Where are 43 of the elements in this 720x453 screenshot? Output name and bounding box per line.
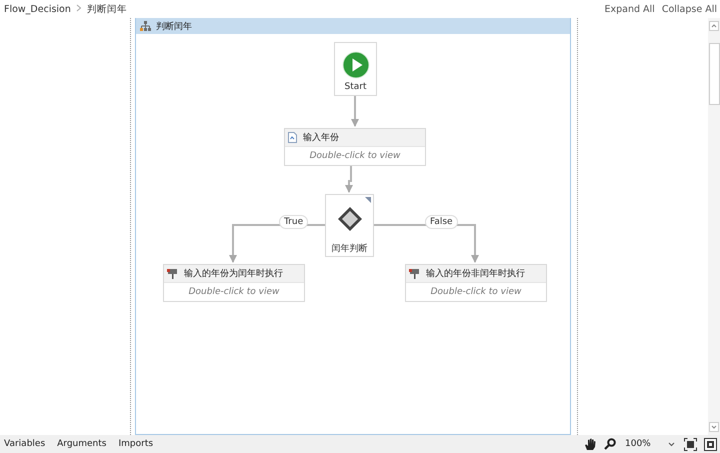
activity-node[interactable]: 输入的年份非闰年时执行 Double-click to view bbox=[405, 264, 547, 302]
branch-label: False bbox=[425, 215, 458, 229]
search-icon[interactable] bbox=[604, 438, 616, 450]
hand-icon[interactable] bbox=[584, 438, 597, 450]
toolbar-link[interactable]: Expand All bbox=[604, 4, 655, 14]
scroll-up-icon[interactable] bbox=[709, 21, 719, 31]
play-icon bbox=[342, 51, 370, 79]
diamond-icon bbox=[336, 206, 362, 232]
scroll-thumb[interactable] bbox=[708, 43, 720, 105]
scroll-down-icon[interactable] bbox=[709, 422, 719, 432]
vertical-scrollbar[interactable] bbox=[708, 18, 720, 435]
bottom-tab[interactable]: Arguments bbox=[57, 439, 106, 449]
zoom-dropdown[interactable]: 100% bbox=[623, 439, 677, 449]
activity-hint: Double-click to view bbox=[430, 286, 522, 299]
bottom-tab[interactable]: Variables bbox=[4, 439, 46, 449]
branch-label: True bbox=[279, 215, 308, 229]
activity-hint: Double-click to view bbox=[308, 150, 402, 163]
node-label: 闰年判断 bbox=[332, 242, 368, 255]
connector-arrow bbox=[345, 166, 353, 193]
document-icon bbox=[288, 132, 297, 143]
flowchart-title: 判断闰年 bbox=[156, 20, 192, 32]
start-node[interactable]: Start bbox=[334, 42, 377, 96]
activity-node[interactable]: 输入年份 Double-click to view bbox=[284, 128, 426, 166]
flag-icon bbox=[167, 268, 178, 279]
overview-icon[interactable] bbox=[704, 438, 717, 450]
bottom-tab[interactable]: Imports bbox=[118, 439, 154, 449]
decision-node[interactable]: 闰年判断 bbox=[325, 194, 374, 257]
activity-hint: Double-click to view bbox=[188, 286, 280, 299]
node-label: Start bbox=[344, 82, 366, 92]
activity-title: 输入的年份为闰年时执行 bbox=[184, 268, 283, 280]
flag-icon bbox=[409, 268, 420, 279]
breadcrumb-separator-icon bbox=[76, 4, 82, 14]
activity-title: 输入年份 bbox=[303, 132, 339, 144]
corner-icon bbox=[365, 197, 371, 203]
breadcrumb-item[interactable]: 判断闰年 bbox=[86, 2, 127, 16]
connector-arrow bbox=[351, 96, 359, 127]
fit-to-screen-icon[interactable] bbox=[684, 438, 697, 450]
activity-title: 输入的年份非闰年时执行 bbox=[426, 268, 525, 280]
breadcrumb-item[interactable]: Flow_Decision bbox=[4, 4, 71, 14]
toolbar-link[interactable]: Collapse All bbox=[662, 4, 717, 14]
hierarchy-icon bbox=[140, 21, 151, 31]
activity-node[interactable]: 输入的年份为闰年时执行 Double-click to view bbox=[163, 264, 305, 302]
caret-icon bbox=[668, 442, 675, 446]
